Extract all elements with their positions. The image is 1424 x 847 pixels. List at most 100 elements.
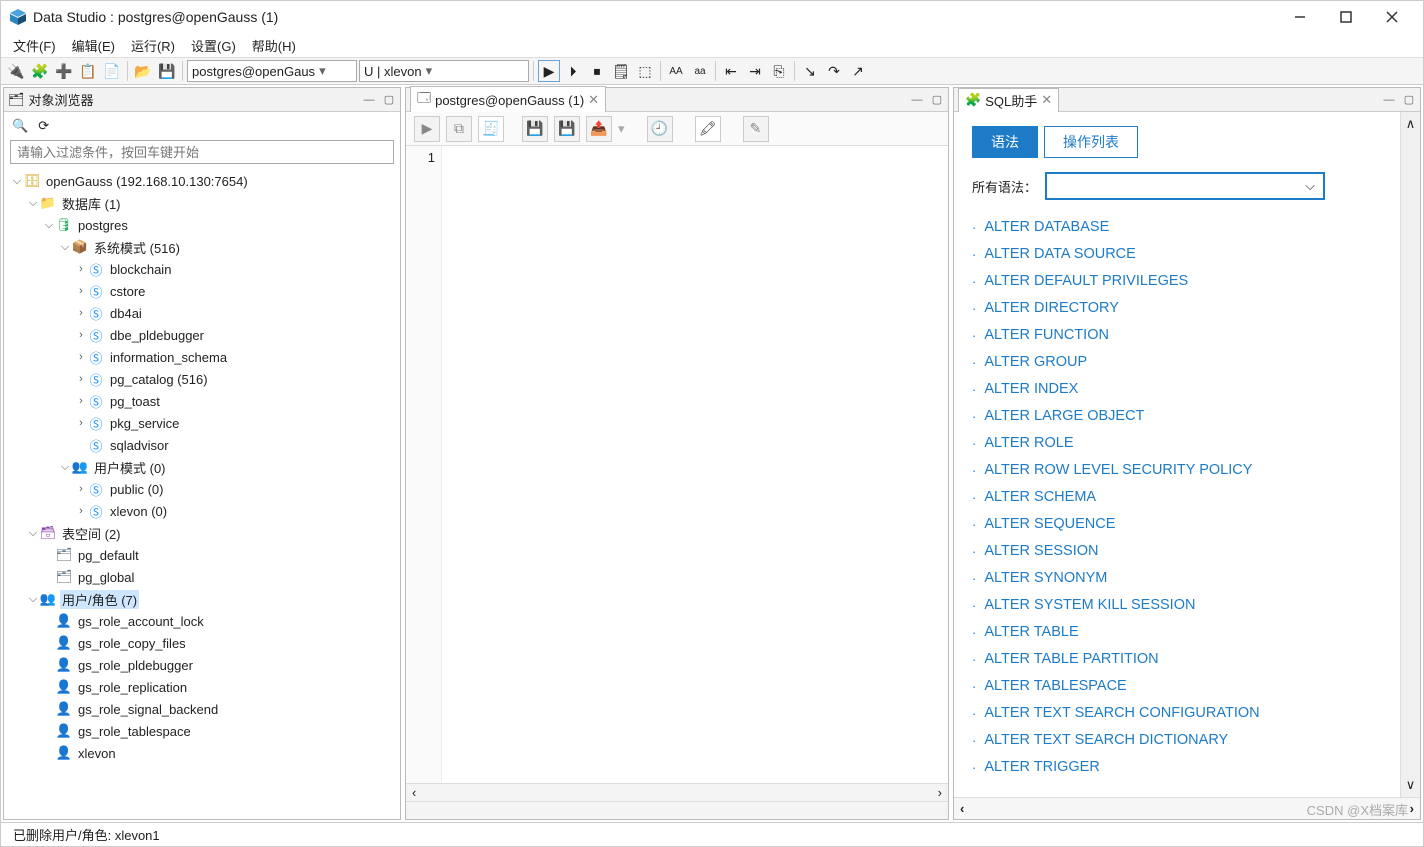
close-button[interactable] xyxy=(1369,1,1415,33)
minimize-pane-icon[interactable]: — xyxy=(362,93,376,107)
tree-node[interactable]: ⌵🗄openGauss (192.168.10.130:7654) xyxy=(8,170,396,192)
expand-toggle[interactable]: › xyxy=(74,329,88,341)
expand-toggle[interactable]: ⌵ xyxy=(26,197,40,210)
copy-icon[interactable]: 📋 xyxy=(77,60,99,82)
sql-helper-vscroll[interactable]: ∧∨ xyxy=(1400,112,1420,797)
expand-toggle[interactable]: ⌵ xyxy=(26,593,40,606)
tree-node[interactable]: ⌵📦系统模式 (516) xyxy=(8,236,396,258)
syntax-item[interactable]: ·ALTER LARGE OBJECT xyxy=(972,403,1382,430)
expand-toggle[interactable]: ⌵ xyxy=(26,527,40,540)
new-sql-icon[interactable]: ➕ xyxy=(53,60,75,82)
menu-3[interactable]: 设置(G) xyxy=(183,34,244,57)
syntax-item[interactable]: ·ALTER ROW LEVEL SECURITY POLICY xyxy=(972,457,1382,484)
syntax-item[interactable]: ·ALTER TABLESPACE xyxy=(972,673,1382,700)
new-connection-icon[interactable]: 🔌 xyxy=(5,60,27,82)
syntax-link[interactable]: ALTER DATABASE xyxy=(984,214,1109,241)
lowercase-icon[interactable]: aa xyxy=(689,60,711,82)
tree-node[interactable]: ›Ⓢdb4ai xyxy=(8,302,396,324)
syntax-item[interactable]: ·ALTER ROLE xyxy=(972,430,1382,457)
tree-node[interactable]: 👤gs_role_tablespace xyxy=(8,720,396,742)
syntax-item[interactable]: ·ALTER SYSTEM KILL SESSION xyxy=(972,592,1382,619)
exec-new-icon[interactable]: ⧉ xyxy=(446,116,472,142)
uppercase-icon[interactable]: AA xyxy=(665,60,687,82)
indent-icon[interactable]: ⇤ xyxy=(720,60,742,82)
paste-icon[interactable]: 📄 xyxy=(101,60,123,82)
menu-1[interactable]: 编辑(E) xyxy=(64,34,123,57)
tree-node[interactable]: ›Ⓢinformation_schema xyxy=(8,346,396,368)
syntax-link[interactable]: ALTER ROW LEVEL SECURITY POLICY xyxy=(984,457,1252,484)
tree-node[interactable]: ⌵👥用户/角色 (7) xyxy=(8,588,396,610)
menu-2[interactable]: 运行(R) xyxy=(123,34,183,57)
syntax-link[interactable]: ALTER ROLE xyxy=(984,430,1073,457)
expand-toggle[interactable]: › xyxy=(74,395,88,407)
expand-toggle[interactable]: › xyxy=(74,417,88,429)
format-icon[interactable]: ⬚ xyxy=(634,60,656,82)
expand-toggle[interactable]: › xyxy=(74,285,88,297)
syntax-link[interactable]: ALTER GROUP xyxy=(984,349,1087,376)
tree-node[interactable]: 👤gs_role_replication xyxy=(8,676,396,698)
step-in-icon[interactable]: ↘ xyxy=(799,60,821,82)
syntax-item[interactable]: ·ALTER INDEX xyxy=(972,376,1382,403)
outdent-icon[interactable]: ⇥ xyxy=(744,60,766,82)
syntax-item[interactable]: ·ALTER DATA SOURCE xyxy=(972,241,1382,268)
syntax-link[interactable]: ALTER TEXT SEARCH CONFIGURATION xyxy=(984,700,1259,727)
tree-node[interactable]: ›Ⓢdbe_pldebugger xyxy=(8,324,396,346)
expand-toggle[interactable]: › xyxy=(74,483,88,495)
expand-toggle[interactable]: › xyxy=(74,263,88,275)
syntax-link[interactable]: ALTER SYNONYM xyxy=(984,565,1107,592)
expand-toggle[interactable]: › xyxy=(74,307,88,319)
run-line-icon[interactable]: ⏵ xyxy=(562,60,584,82)
syntax-link[interactable]: ALTER TABLESPACE xyxy=(984,673,1126,700)
explain-icon[interactable]: 🗒 xyxy=(610,60,632,82)
expand-toggle[interactable]: ⌵ xyxy=(10,175,24,188)
save-icon[interactable]: 💾 xyxy=(522,116,548,142)
syntax-link[interactable]: ALTER INDEX xyxy=(984,376,1078,403)
filter-input[interactable] xyxy=(10,140,394,164)
syntax-item[interactable]: ·ALTER SYNONYM xyxy=(972,565,1382,592)
save-as-icon[interactable]: 💾 xyxy=(554,116,580,142)
syntax-link[interactable]: ALTER LARGE OBJECT xyxy=(984,403,1144,430)
syntax-item[interactable]: ·ALTER TABLE xyxy=(972,619,1382,646)
save-icon[interactable]: 💾 xyxy=(156,60,178,82)
expand-toggle[interactable]: ⌵ xyxy=(42,219,56,232)
expand-toggle[interactable]: › xyxy=(74,373,88,385)
comment-icon[interactable]: ⎘ xyxy=(768,60,790,82)
step-out-icon[interactable]: ↗ xyxy=(847,60,869,82)
syntax-link[interactable]: ALTER TEXT SEARCH DICTIONARY xyxy=(984,727,1228,754)
editor-hscroll[interactable]: ‹› xyxy=(406,783,948,801)
minimize-pane-icon[interactable]: — xyxy=(910,93,924,107)
expand-toggle[interactable]: ⌵ xyxy=(58,241,72,254)
connection-combo[interactable]: postgres@openGaus▾ xyxy=(187,60,357,82)
tree-node[interactable]: ›Ⓢpkg_service xyxy=(8,412,396,434)
maximize-pane-icon[interactable]: ▢ xyxy=(1402,93,1416,107)
tree-node[interactable]: ›Ⓢxlevon (0) xyxy=(8,500,396,522)
tree-node[interactable]: 👤gs_role_signal_backend xyxy=(8,698,396,720)
expand-toggle[interactable]: › xyxy=(74,505,88,517)
edit-icon[interactable]: ✎ xyxy=(743,116,769,142)
disconnect-icon[interactable]: 🧩 xyxy=(29,60,51,82)
exec-plan-icon[interactable]: 🧾 xyxy=(478,116,504,142)
minimize-button[interactable] xyxy=(1277,1,1323,33)
sql-helper-hscroll[interactable]: ‹› xyxy=(954,797,1420,819)
tree-node[interactable]: 👤gs_role_copy_files xyxy=(8,632,396,654)
tree-node[interactable]: ›Ⓢcstore xyxy=(8,280,396,302)
maximize-pane-icon[interactable]: ▢ xyxy=(930,93,944,107)
syntax-item[interactable]: ·ALTER TRIGGER xyxy=(972,754,1382,781)
syntax-item[interactable]: ·ALTER TEXT SEARCH CONFIGURATION xyxy=(972,700,1382,727)
tree-node[interactable]: ⌵📁数据库 (1) xyxy=(8,192,396,214)
tree-node[interactable]: ›Ⓢblockchain xyxy=(8,258,396,280)
syntax-item[interactable]: ·ALTER SEQUENCE xyxy=(972,511,1382,538)
stop-icon[interactable]: ⏹ xyxy=(586,60,608,82)
tab-ops[interactable]: 操作列表 xyxy=(1044,126,1138,158)
syntax-filter-select[interactable]: ⌵ xyxy=(1045,172,1325,200)
tree-node[interactable]: Ⓢsqladvisor xyxy=(8,434,396,456)
tree-node[interactable]: 👤gs_role_pldebugger xyxy=(8,654,396,676)
syntax-item[interactable]: ·ALTER DIRECTORY xyxy=(972,295,1382,322)
history-icon[interactable]: 🕘 xyxy=(647,116,673,142)
syntax-link[interactable]: ALTER DIRECTORY xyxy=(984,295,1119,322)
menu-4[interactable]: 帮助(H) xyxy=(244,34,304,57)
highlight-icon[interactable]: 🖍 xyxy=(695,116,721,142)
expand-toggle[interactable]: › xyxy=(74,351,88,363)
syntax-link[interactable]: ALTER DATA SOURCE xyxy=(984,241,1135,268)
export-icon[interactable]: 📤 xyxy=(586,116,612,142)
